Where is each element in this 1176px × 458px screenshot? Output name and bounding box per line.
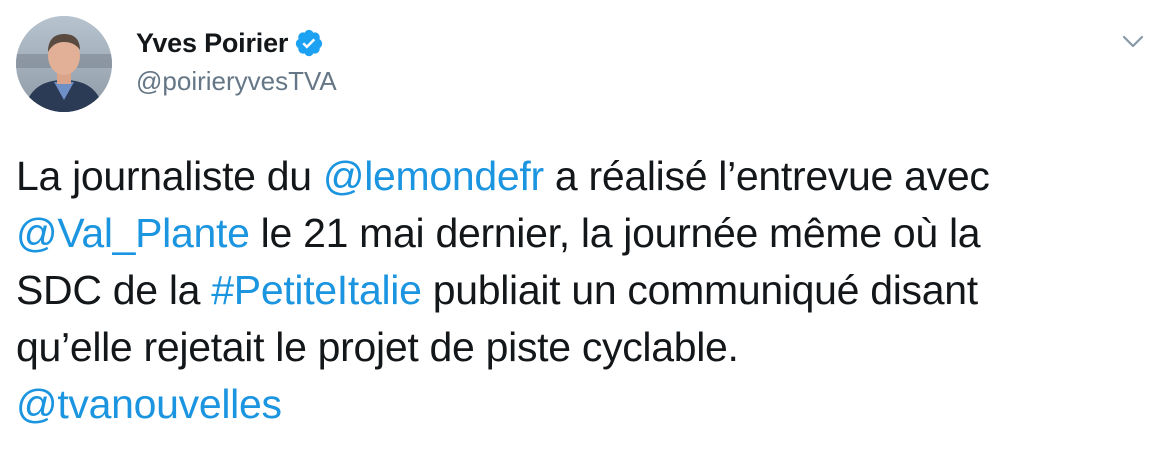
avatar[interactable] (16, 16, 112, 112)
avatar-image (16, 16, 112, 112)
handle[interactable]: @poirieryvesTVA (136, 66, 337, 97)
hashtag-link[interactable]: #PetiteItalie (211, 267, 422, 313)
tweet-text-segment: a réalisé l’entrevue avec (543, 153, 990, 199)
mention-link[interactable]: @tvanouvelles (16, 381, 282, 427)
tweet-text: La journaliste du @lemondefr a réalisé l… (16, 148, 1166, 433)
tweet-text-segment: publiait un communiqué disant (421, 267, 978, 313)
mention-link[interactable]: @Val_Plante (16, 210, 250, 256)
tweet-card: Yves Poirier @poirieryvesTVA La journali… (0, 0, 1176, 458)
tweet-text-segment: qu’elle rejetait le projet de piste cycl… (16, 324, 739, 370)
tweet-text-segment: La journaliste du (16, 153, 323, 199)
chevron-down-icon[interactable] (1120, 28, 1146, 54)
verified-badge-icon (294, 28, 324, 58)
display-name[interactable]: Yves Poirier (136, 28, 288, 59)
tweet-text-segment: SDC de la (16, 267, 212, 313)
tweet-text-segment: le 21 mai dernier, la journée même où la (249, 210, 981, 256)
tweet-text-line: qu’elle rejetait le projet de piste cycl… (16, 319, 1166, 376)
mention-link[interactable]: @lemondefr (323, 153, 544, 199)
tweet-text-line: @Val_Plante le 21 mai dernier, la journé… (16, 205, 1166, 262)
tweet-text-line: SDC de la #PetiteItalie publiait un comm… (16, 262, 1166, 319)
name-row: Yves Poirier (136, 26, 337, 60)
tweet-text-line: @tvanouvelles (16, 376, 1166, 433)
tweet-text-line: La journaliste du @lemondefr a réalisé l… (16, 148, 1166, 205)
user-info: Yves Poirier @poirieryvesTVA (136, 26, 337, 97)
